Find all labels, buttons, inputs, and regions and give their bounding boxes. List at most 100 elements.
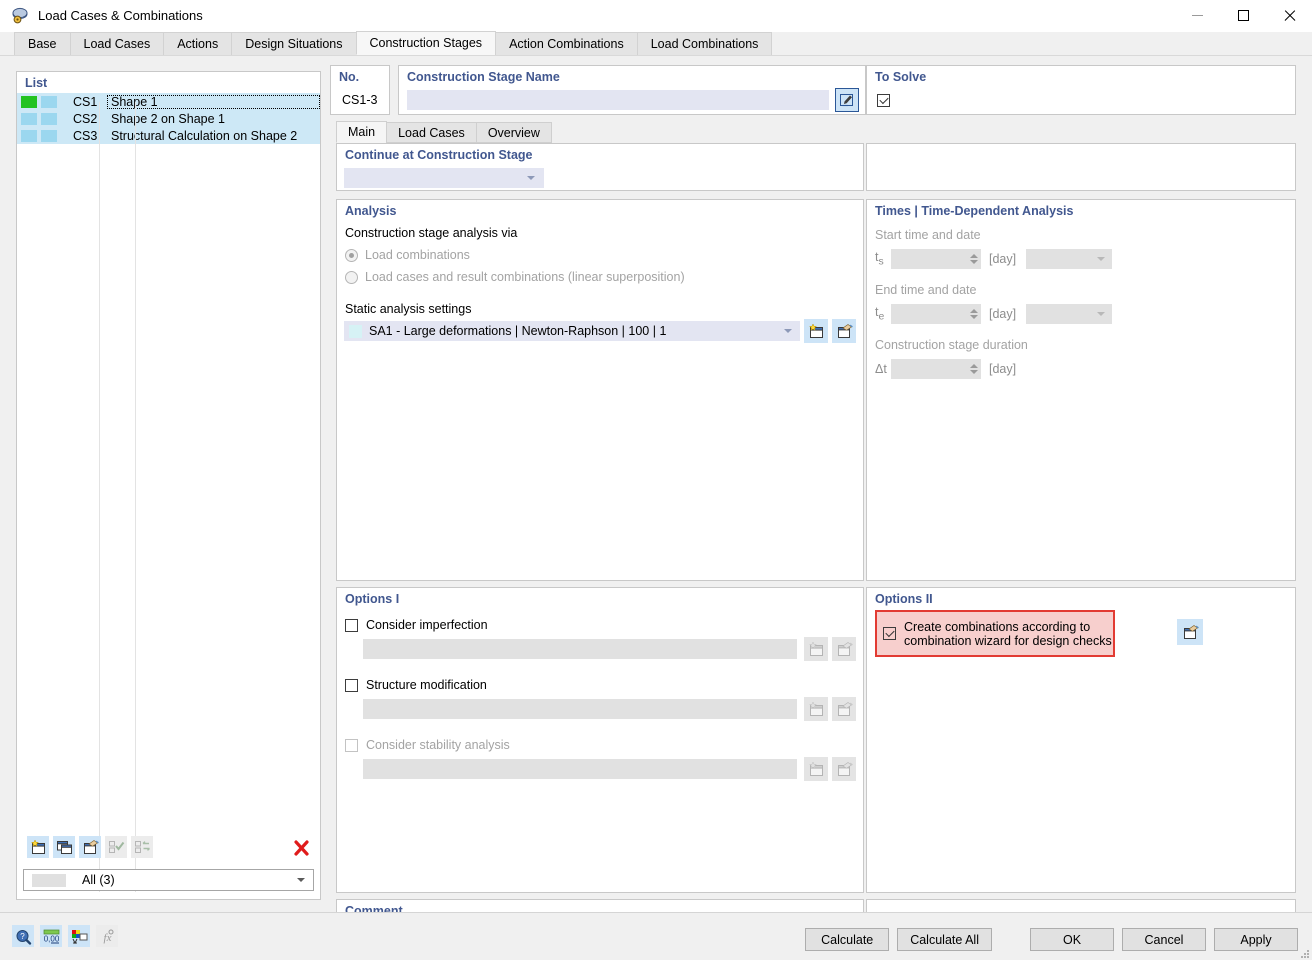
- new-window-star-icon: [30, 838, 47, 855]
- consider-stability-analysis-label: Consider stability analysis: [366, 738, 510, 752]
- end-time-unit: [day]: [989, 307, 1017, 321]
- tab-base[interactable]: Base: [14, 32, 71, 55]
- end-date-dropdown[interactable]: [1026, 304, 1113, 324]
- edit-stage-name-button[interactable]: [835, 88, 859, 112]
- tab-construction-stages[interactable]: Construction Stages: [355, 31, 497, 55]
- edit-static-analysis-button[interactable]: [832, 319, 856, 343]
- construction-stage-list-panel: List CS1 Shape 1 CS2 Shape 2 on Shape 1: [16, 71, 321, 900]
- end-time-input[interactable]: [891, 304, 981, 324]
- structure-modification-row[interactable]: Structure modification: [345, 678, 487, 692]
- static-analysis-settings-dropdown[interactable]: SA1 - Large deformations | Newton-Raphso…: [344, 321, 800, 341]
- calculate-button[interactable]: Calculate: [805, 928, 890, 951]
- analysis-subtitle: Construction stage analysis via: [345, 226, 518, 240]
- consider-imperfection-row[interactable]: Consider imperfection: [345, 618, 488, 632]
- magnifier-question-icon: ?: [15, 929, 32, 945]
- structure-modification-checkbox[interactable]: [345, 678, 358, 692]
- list-item-no: CS1: [73, 94, 98, 109]
- radio-load-combinations[interactable]: Load combinations: [345, 248, 470, 262]
- tab-design-situations[interactable]: Design Situations: [231, 32, 357, 55]
- duration-unit: [day]: [989, 362, 1017, 376]
- continue-at-stage-dropdown[interactable]: [344, 168, 544, 188]
- red-x-icon: [293, 839, 310, 856]
- structure-modification-input[interactable]: [363, 699, 797, 719]
- decimal-places-button[interactable]: 0,00: [40, 925, 62, 947]
- consider-imperfection-input[interactable]: [363, 639, 797, 659]
- info-button[interactable]: ?: [12, 925, 34, 947]
- list-item-name[interactable]: Shape 1: [107, 94, 320, 109]
- to-solve-panel: To Solve: [866, 65, 1296, 115]
- tab-overview[interactable]: Overview: [475, 122, 552, 143]
- list-filter-dropdown[interactable]: All (3): [23, 869, 314, 891]
- copy-windows-icon: [56, 840, 73, 855]
- list-item[interactable]: CS3 Structural Calculation on Shape 2: [17, 127, 320, 144]
- select-all-button: [105, 836, 127, 858]
- edit-structure-modification-button[interactable]: [832, 697, 856, 721]
- apply-button[interactable]: Apply: [1214, 928, 1298, 951]
- chevron-down-icon: [784, 329, 792, 333]
- stage-name-input[interactable]: [407, 90, 829, 110]
- combination-wizard-checkbox[interactable]: [883, 627, 896, 640]
- continue-at-stage-label: Continue at Construction Stage: [345, 148, 533, 162]
- consider-stability-analysis-input: [363, 759, 797, 779]
- new-imperfection-button[interactable]: [804, 637, 828, 661]
- stage-no-panel: No. CS1-3: [330, 65, 390, 115]
- cancel-button[interactable]: Cancel: [1122, 928, 1206, 951]
- combination-wizard-highlight[interactable]: Create combinations according to combina…: [875, 610, 1115, 657]
- ok-button[interactable]: OK: [1030, 928, 1114, 951]
- list-filter-value: All (3): [82, 873, 115, 887]
- radio-load-cases-result-combinations[interactable]: Load cases and result combinations (line…: [345, 270, 685, 284]
- static-analysis-color-swatch: [349, 324, 362, 338]
- units-button[interactable]: [68, 925, 90, 947]
- options-ii-panel: Options II Create combinations according…: [866, 587, 1296, 893]
- new-static-analysis-button[interactable]: [804, 319, 828, 343]
- new-construction-stage-button[interactable]: [27, 836, 49, 858]
- edit-window-icon: [1182, 624, 1199, 640]
- new-structure-modification-button[interactable]: [804, 697, 828, 721]
- calculate-all-button[interactable]: Calculate All: [897, 928, 992, 951]
- delete-construction-stage-button[interactable]: [290, 836, 312, 858]
- analysis-panel: Analysis Construction stage analysis via…: [336, 199, 864, 581]
- list-item-name[interactable]: Structural Calculation on Shape 2: [107, 129, 320, 143]
- tab-main[interactable]: Main: [336, 121, 388, 143]
- tab-load-cases-inner[interactable]: Load Cases: [386, 122, 477, 143]
- options-i-panel: Options I Consider imperfection Structur…: [336, 587, 864, 893]
- tab-action-combinations[interactable]: Action Combinations: [495, 32, 638, 55]
- stage-name-panel: Construction Stage Name: [398, 65, 866, 115]
- edit-construction-stage-button[interactable]: [79, 836, 101, 858]
- static-analysis-settings-value: SA1 - Large deformations | Newton-Raphso…: [369, 324, 667, 338]
- tab-actions[interactable]: Actions: [163, 32, 233, 55]
- list-item[interactable]: CS2 Shape 2 on Shape 1: [17, 110, 320, 127]
- pencil-edit-icon: [839, 93, 856, 108]
- spinner-arrows-icon[interactable]: [970, 309, 978, 319]
- tab-load-combinations[interactable]: Load Combinations: [636, 32, 773, 55]
- stage-name-label: Construction Stage Name: [407, 70, 560, 84]
- consider-imperfection-checkbox[interactable]: [345, 618, 358, 632]
- dialog-body: List CS1 Shape 1 CS2 Shape 2 on Shape 1: [0, 57, 1312, 949]
- start-time-row: ts [day]: [875, 249, 1113, 269]
- spinner-arrows-icon[interactable]: [970, 364, 978, 374]
- duration-row: Δt [day]: [875, 359, 1016, 379]
- edit-combination-wizard-button[interactable]: [1177, 619, 1203, 645]
- units-colors-icon: [71, 929, 88, 944]
- minimize-icon[interactable]: [1174, 0, 1220, 32]
- consider-stability-analysis-checkbox: [345, 738, 358, 752]
- close-icon[interactable]: [1266, 0, 1312, 32]
- list-item[interactable]: CS1 Shape 1: [17, 93, 320, 110]
- start-time-input[interactable]: [891, 249, 981, 269]
- maximize-icon[interactable]: [1220, 0, 1266, 32]
- tab-load-cases[interactable]: Load Cases: [69, 32, 165, 55]
- stage-detail-tab-strip: Main Load Cases Overview: [336, 121, 1296, 143]
- chevron-down-icon: [527, 176, 535, 180]
- list-item-name[interactable]: Shape 2 on Shape 1: [107, 112, 320, 126]
- edit-imperfection-button[interactable]: [832, 637, 856, 661]
- to-solve-checkbox[interactable]: [877, 94, 890, 107]
- copy-construction-stage-button[interactable]: [53, 836, 75, 858]
- spinner-arrows-icon[interactable]: [970, 254, 978, 264]
- chevron-down-icon: [1097, 257, 1106, 261]
- start-date-dropdown[interactable]: [1026, 249, 1113, 269]
- dialog-footer: ? 0,00 fx Calculate Calculate All OK Can…: [0, 912, 1312, 960]
- resize-grip[interactable]: [1299, 948, 1309, 958]
- duration-input[interactable]: [891, 359, 981, 379]
- radio-icon: [345, 270, 358, 284]
- edit-stability-analysis-button: [832, 757, 856, 781]
